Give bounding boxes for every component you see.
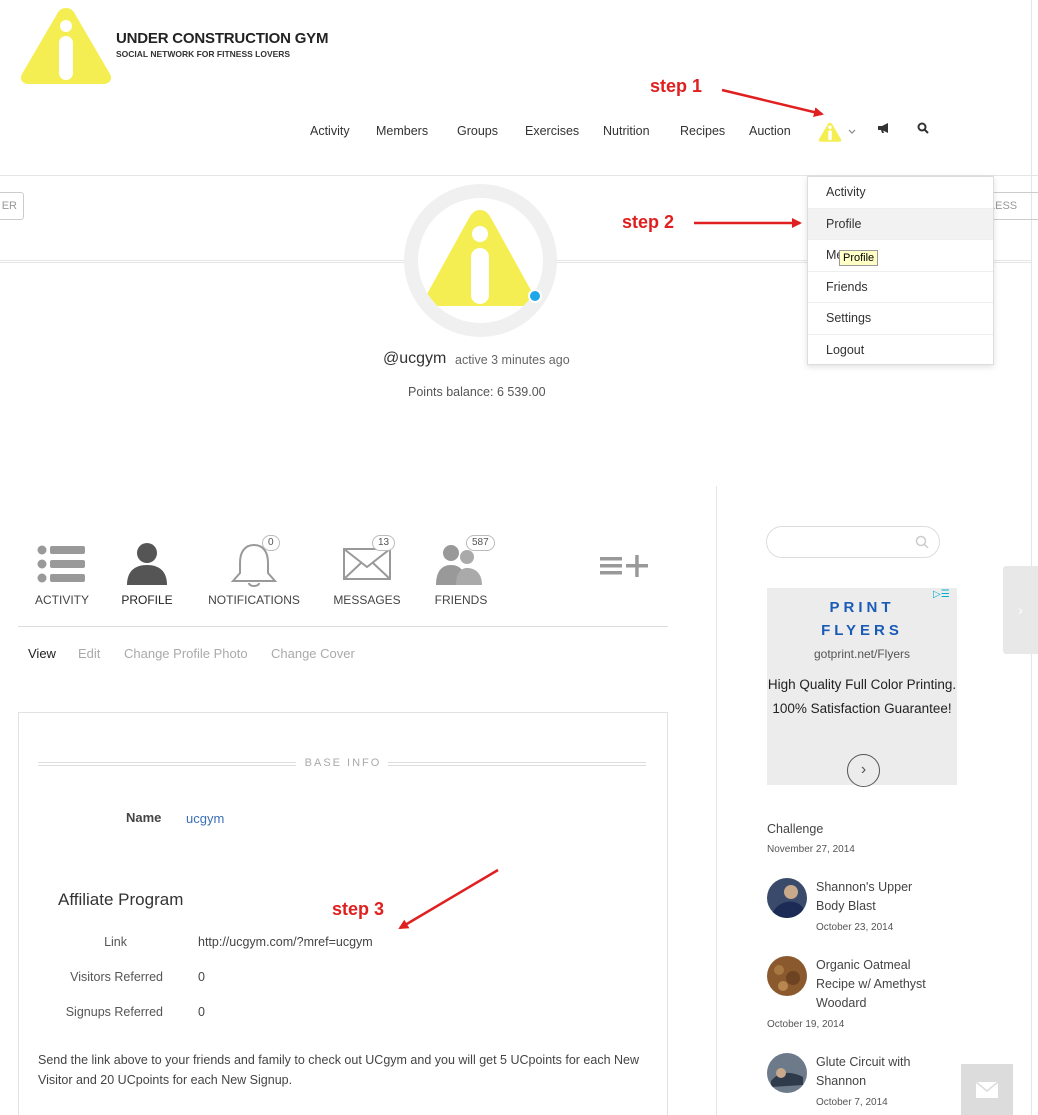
base-info-rule-right <box>388 762 646 766</box>
side-panel-toggle[interactable]: › <box>1003 566 1038 654</box>
name-value[interactable]: ucgym <box>186 811 224 826</box>
affiliate-note: Send the link above to your friends and … <box>38 1053 640 1087</box>
tab-label: NOTIFICATIONS <box>208 593 300 607</box>
sidebar-post-title[interactable]: Shannon's Upper Body Blast <box>816 878 926 916</box>
post-thumbnail[interactable] <box>767 878 807 918</box>
menu-plus-icon[interactable] <box>598 554 650 583</box>
visitors-referred-label: Visitors Referred <box>70 970 163 984</box>
list-icon <box>37 545 85 583</box>
subnav-change-cover[interactable]: Change Cover <box>271 646 355 661</box>
signups-referred-label: Signups Referred <box>65 1005 163 1019</box>
affiliate-link-label: Link <box>104 935 127 949</box>
search-icon <box>915 535 929 549</box>
messages-badge: 13 <box>372 535 396 551</box>
message-button[interactable] <box>961 1064 1013 1115</box>
name-label: Name <box>126 810 162 825</box>
post-thumbnail[interactable] <box>767 956 807 996</box>
base-info-rule-left <box>38 762 296 766</box>
subnav-view[interactable]: View <box>28 646 56 661</box>
ad-headline-line-1: PRINT <box>829 599 895 616</box>
signups-referred-value: 0 <box>198 1005 205 1019</box>
post-thumbnail[interactable] <box>767 1053 807 1093</box>
sidebar-post-date: October 7, 2014 <box>816 1097 888 1108</box>
envelope-icon <box>343 548 391 580</box>
tab-profile[interactable]: PROFILE <box>118 535 176 607</box>
tab-notifications[interactable]: 0 NOTIFICATIONS <box>206 535 302 607</box>
envelope-icon <box>975 1081 999 1098</box>
sidebar-search-input[interactable] <box>766 526 940 558</box>
sidebar-post-date: November 27, 2014 <box>767 844 855 855</box>
tab-activity[interactable]: ACTIVITY <box>30 535 94 607</box>
ad-body: High Quality Full Color Printing. 100% S… <box>767 677 957 716</box>
column-divider <box>716 486 717 1115</box>
affiliate-link-value[interactable]: http://ucgym.com/?mref=ucgym <box>198 935 373 949</box>
person-icon <box>127 543 167 585</box>
sidebar-post-title[interactable]: Challenge <box>767 820 823 839</box>
sidebar-post-date: October 19, 2014 <box>767 1019 845 1030</box>
notifications-badge: 0 <box>262 535 280 551</box>
subnav-edit[interactable]: Edit <box>78 646 100 661</box>
tab-label: ACTIVITY <box>34 593 89 607</box>
tab-messages[interactable]: 13 MESSAGES <box>330 535 404 607</box>
tab-friends[interactable]: 587 FRIENDS <box>430 535 495 607</box>
sidebar-post-title[interactable]: Organic Oatmeal Recipe w/ Amethyst Wooda… <box>816 956 936 1013</box>
sidebar-post-date: October 23, 2014 <box>816 922 894 933</box>
tab-label: FRIENDS <box>434 593 488 607</box>
ad-headline: PRINT FLYERS <box>767 596 957 642</box>
step-1-arrow <box>721 88 824 117</box>
ad-url: gotprint.net/Flyers <box>813 647 911 661</box>
sidebar-post-title[interactable]: Glute Circuit with Shannon <box>816 1053 926 1091</box>
subnav-change-profile-photo[interactable]: Change Profile Photo <box>124 646 248 661</box>
chevron-right-icon[interactable]: › <box>847 754 880 787</box>
tab-label: MESSAGES <box>333 593 401 607</box>
visitors-referred-value: 0 <box>198 970 205 984</box>
friends-badge: 587 <box>466 535 495 551</box>
affiliate-title: Affiliate Program <box>58 890 184 909</box>
base-info-title: BASE INFO <box>300 757 386 769</box>
chevron-right-icon: › <box>1018 602 1023 618</box>
tab-label: PROFILE <box>121 593 173 607</box>
ad-headline-line-2: FLYERS <box>821 622 903 639</box>
tabs-divider <box>18 626 668 627</box>
